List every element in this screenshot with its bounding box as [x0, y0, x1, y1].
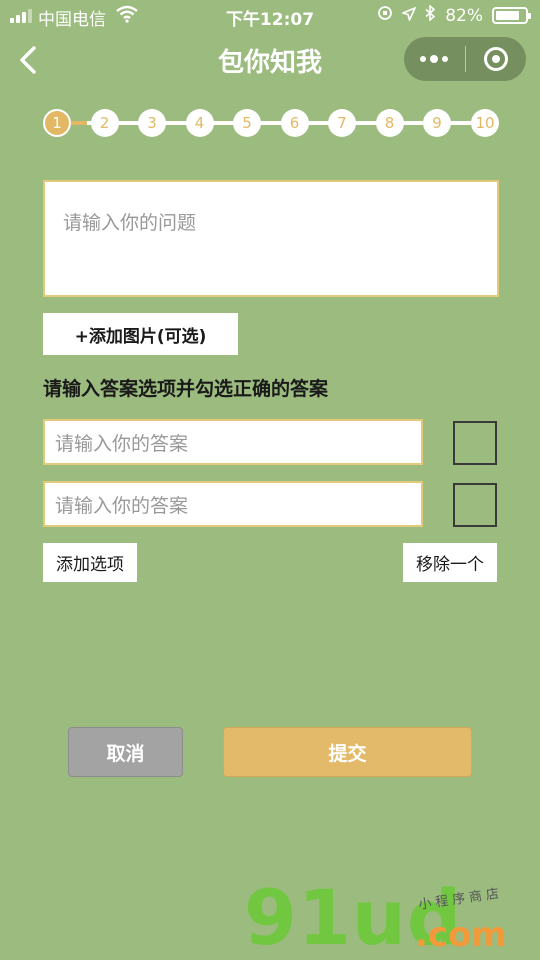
- status-right: 82%: [377, 4, 531, 26]
- answer-input-1[interactable]: 请输入你的答案: [43, 419, 423, 465]
- step-track: [57, 121, 485, 125]
- question-input[interactable]: 请输入你的问题: [43, 180, 499, 297]
- remove-option-button[interactable]: 移除一个: [403, 543, 497, 582]
- location-icon: [400, 5, 417, 26]
- submit-button[interactable]: 提交: [223, 727, 472, 777]
- correct-answer-checkbox-2[interactable]: [453, 483, 497, 527]
- orientation-lock-icon: [377, 5, 393, 26]
- correct-answer-checkbox-1[interactable]: [453, 421, 497, 465]
- step-10: 10: [471, 109, 499, 137]
- battery-icon: [492, 7, 531, 24]
- watermark-domain: .com: [415, 915, 507, 955]
- battery-percent: 82%: [445, 5, 483, 26]
- step-2: 2: [90, 109, 119, 137]
- step-8: 8: [375, 109, 404, 137]
- nav-bar: 包你知我: [0, 32, 540, 88]
- mini-program-capsule: [404, 37, 526, 81]
- add-option-button[interactable]: 添加选项: [43, 543, 137, 582]
- answer-input-2[interactable]: 请输入你的答案: [43, 481, 423, 527]
- add-image-button[interactable]: +添加图片(可选): [43, 313, 238, 355]
- more-dots-icon: [420, 55, 449, 63]
- step-7: 7: [328, 109, 356, 137]
- step-5: 5: [233, 109, 261, 137]
- step-4: 4: [185, 109, 214, 137]
- cancel-button[interactable]: 取消: [68, 727, 183, 777]
- answer-instruction: 请输入答案选项并勾选正确的答案: [43, 378, 329, 400]
- step-3: 3: [138, 109, 166, 137]
- target-circle-icon: [483, 47, 508, 71]
- page: 中国电信 下午12:07 82% 包你知我 1 2 3 4 5 6 7 8 9 …: [0, 0, 540, 960]
- step-1: 1: [43, 109, 71, 137]
- close-mini-program-button[interactable]: [466, 37, 527, 81]
- bluetooth-icon: [425, 4, 436, 26]
- step-9: 9: [423, 109, 451, 137]
- status-bar: 中国电信 下午12:07 82%: [0, 0, 540, 32]
- more-button[interactable]: [404, 37, 465, 81]
- step-6: 6: [280, 109, 309, 137]
- step-progress: 1 2 3 4 5 6 7 8 9 10: [43, 109, 499, 137]
